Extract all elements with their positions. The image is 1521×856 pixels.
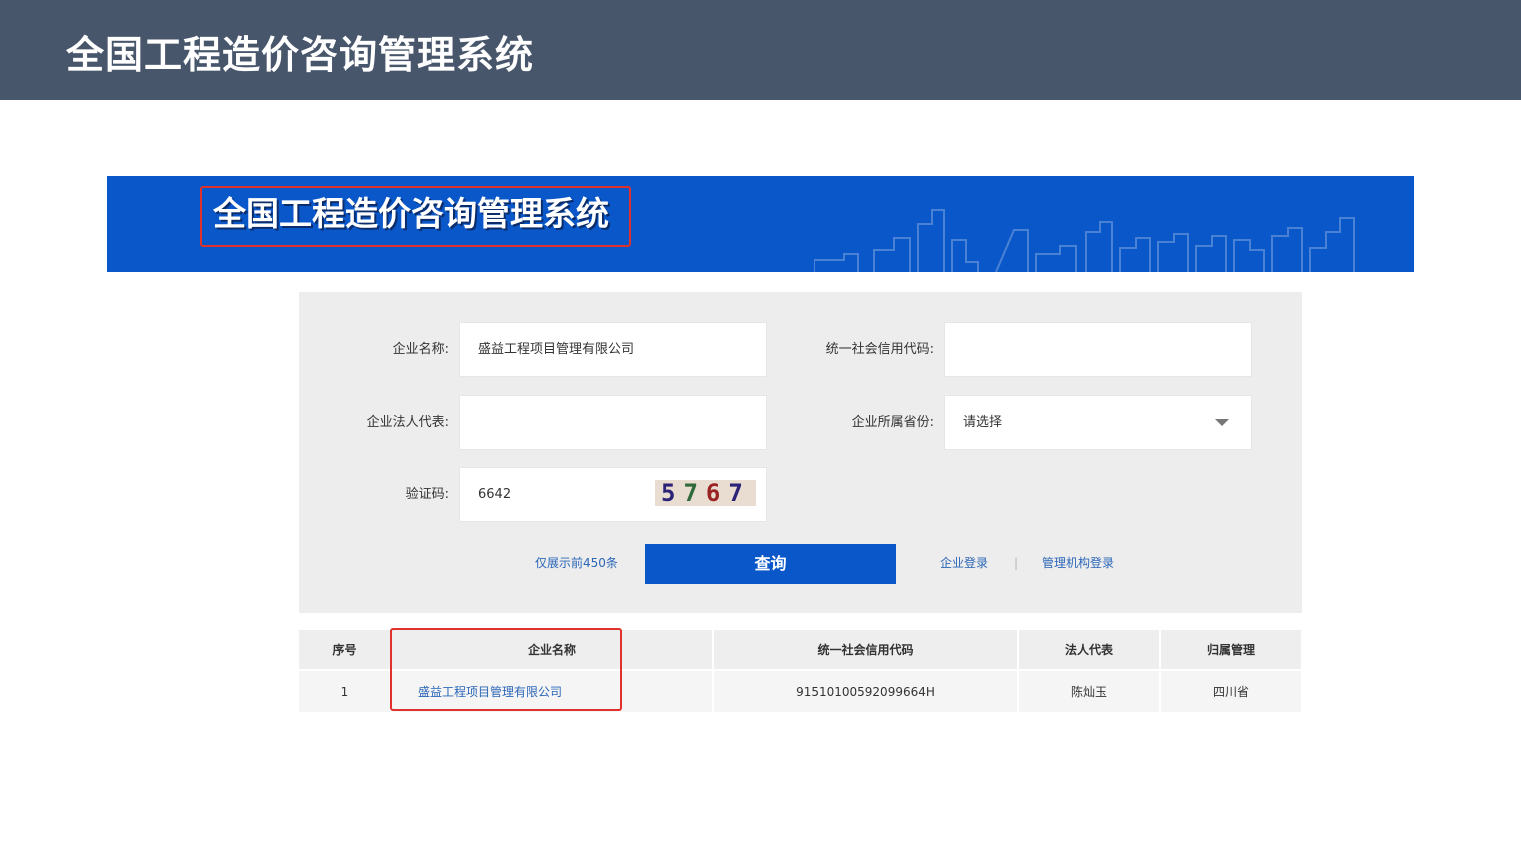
column-header-legal-rep: 法人代表 <box>1018 630 1161 670</box>
column-header-credit-code: 统一社会信用代码 <box>713 630 1019 670</box>
province-label: 企业所属省份: <box>851 415 934 430</box>
row-index: 1 <box>299 669 392 712</box>
province-select[interactable]: 请选择 <box>944 395 1252 450</box>
captcha-label: 验证码: <box>405 487 449 502</box>
slide-title: 全国工程造价咨询管理系统 <box>66 33 535 77</box>
captcha-digit: 7 <box>683 480 706 506</box>
company-name-link[interactable]: 盛益工程项目管理有限公司 <box>391 669 714 712</box>
captcha-digit: 6 <box>705 480 729 506</box>
captcha-field[interactable]: 6642 5767 <box>459 467 767 522</box>
enterprise-login-link[interactable]: 企业登录 <box>940 554 988 572</box>
slide-header: 全国工程造价咨询管理系统 <box>0 0 1521 100</box>
company-name-field[interactable]: 盛益工程项目管理有限公司 <box>459 322 767 377</box>
column-header-region: 归属管理 <box>1160 630 1303 670</box>
captcha-input-value: 6642 <box>478 487 512 502</box>
legal-rep-label: 企业法人代表: <box>366 415 449 430</box>
column-header-company: 企业名称 <box>391 630 714 670</box>
province-value: 请选择 <box>963 415 1003 430</box>
admin-login-link[interactable]: 管理机构登录 <box>1042 554 1114 572</box>
search-panel: 企业名称: 盛益工程项目管理有限公司 统一社会信用代码: 企业法人代表: 企业所… <box>299 292 1302 613</box>
captcha-image[interactable]: 5767 <box>655 480 756 506</box>
banner-title: 全国工程造价咨询管理系统 <box>213 194 609 233</box>
result-limit-note: 仅展示前450条 <box>535 556 618 570</box>
table-row: 1 盛益工程项目管理有限公司 91510100592099664H 陈灿玉 四川… <box>299 669 1303 712</box>
results-table: 序号 企业名称 统一社会信用代码 法人代表 归属管理 1 盛益工程项目管理有限公… <box>299 630 1303 712</box>
column-header-index: 序号 <box>299 630 392 670</box>
credit-code-label: 统一社会信用代码: <box>825 342 934 357</box>
link-separator: | <box>1014 556 1019 570</box>
legal-rep-field[interactable] <box>459 395 767 450</box>
company-name-label: 企业名称: <box>392 342 449 357</box>
credit-code-field[interactable] <box>944 322 1252 377</box>
site-banner: 全国工程造价咨询管理系统 <box>107 176 1414 272</box>
query-button[interactable]: 查询 <box>645 544 896 584</box>
row-legal-rep: 陈灿玉 <box>1018 669 1161 712</box>
table-header-row: 序号 企业名称 统一社会信用代码 法人代表 归属管理 <box>299 630 1303 670</box>
skyline-graphic <box>814 209 1355 272</box>
chevron-down-icon[interactable] <box>1215 419 1229 426</box>
company-name-value: 盛益工程项目管理有限公司 <box>478 342 635 357</box>
captcha-digit: 7 <box>728 480 751 506</box>
row-region: 四川省 <box>1160 669 1303 712</box>
captcha-digit: 5 <box>661 480 684 506</box>
row-credit-code: 91510100592099664H <box>713 669 1019 712</box>
